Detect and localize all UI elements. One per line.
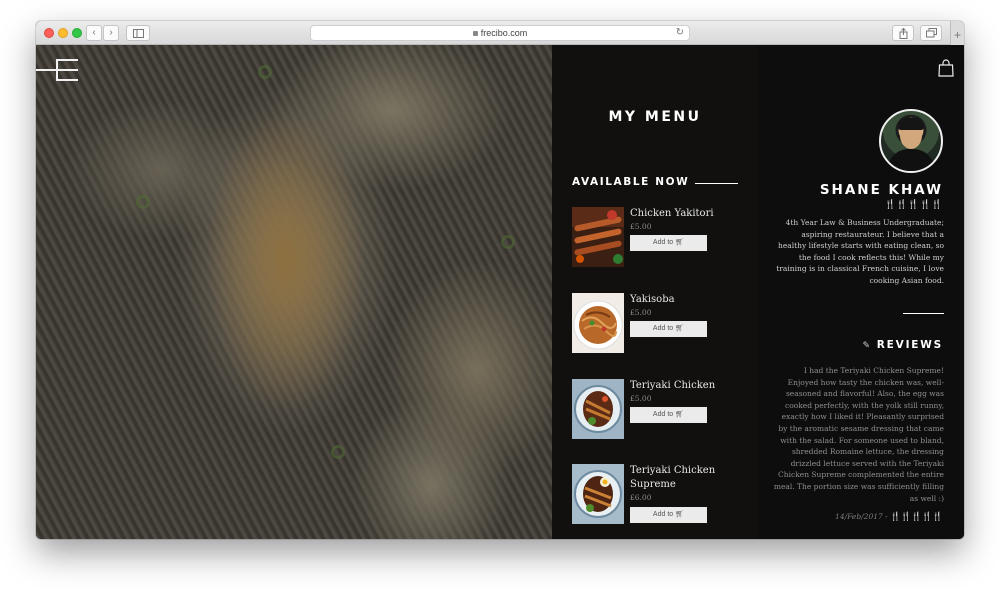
new-tab-button[interactable]: + bbox=[950, 21, 964, 45]
back-icon: ‹ bbox=[92, 27, 96, 38]
address-bar[interactable]: frecibo.com ↻ bbox=[310, 25, 690, 41]
add-to-cart-button[interactable]: Add to 🛒︎ bbox=[630, 235, 707, 251]
menu-item: Teriyaki Chicken £5.00 Add to 🛒︎ bbox=[572, 379, 742, 441]
share-icon bbox=[899, 27, 907, 39]
close-window-button[interactable] bbox=[44, 28, 54, 38]
reload-icon[interactable]: ↻ bbox=[676, 26, 684, 40]
cart-icon: 🛒︎ bbox=[675, 239, 685, 246]
browser-toolbar: ‹ › frecibo.com ↻ + bbox=[36, 21, 964, 45]
reviews-heading: ✎ REVIEWS bbox=[862, 339, 943, 351]
item-price: £5.00 bbox=[630, 394, 652, 403]
available-now-heading: AVAILABLE NOW bbox=[572, 176, 690, 188]
chef-bio: 4th Year Law & Business Undergraduate; a… bbox=[776, 218, 944, 285]
review-rating: 🍴🍴🍴🍴🍴 bbox=[890, 512, 943, 522]
url-text: frecibo.com bbox=[480, 28, 528, 38]
tabs-overview-button[interactable] bbox=[920, 25, 942, 41]
item-name: Teriyaki Chicken Supreme bbox=[630, 465, 716, 490]
cart-icon: 🛒︎ bbox=[675, 325, 685, 332]
item-name: Yakisoba bbox=[630, 294, 675, 305]
item-name: Chicken Yakitori bbox=[630, 208, 714, 219]
section-divider bbox=[903, 313, 944, 314]
sidebar-toggle-button[interactable] bbox=[126, 25, 150, 41]
cart-icon: 🛒︎ bbox=[675, 411, 685, 418]
review-text: I had the Teriyaki Chicken Supreme! Enjo… bbox=[773, 366, 944, 503]
shopping-bag-icon[interactable] bbox=[938, 59, 954, 77]
lock-icon bbox=[472, 31, 478, 36]
chef-name: SHANE KHAW bbox=[819, 182, 943, 198]
chef-profile-panel: SHANE KHAW 🍴🍴🍴🍴🍴 4th Year Law & Business… bbox=[758, 45, 964, 539]
add-to-label: Add to bbox=[652, 325, 674, 332]
item-price: £6.00 bbox=[630, 493, 652, 502]
menu-item: Yakisoba £5.00 Add to 🛒︎ bbox=[572, 293, 742, 355]
add-to-cart-button[interactable]: Add to 🛒︎ bbox=[630, 321, 707, 337]
add-to-label: Add to bbox=[652, 511, 674, 518]
yakitori-photo-icon[interactable] bbox=[572, 207, 624, 267]
chef-avatar bbox=[879, 109, 943, 173]
add-to-label: Add to bbox=[652, 411, 674, 418]
chef-rating: 🍴🍴🍴🍴🍴 bbox=[884, 199, 943, 209]
teriyaki-supreme-photo-icon[interactable] bbox=[572, 464, 624, 524]
hero-food-photo bbox=[36, 45, 552, 539]
menu-title: MY MENU bbox=[608, 109, 702, 125]
sidebar-icon bbox=[132, 29, 144, 38]
review-date: 14/Feb/2017 - bbox=[835, 512, 888, 521]
add-to-cart-button[interactable]: Add to 🛒︎ bbox=[630, 407, 707, 423]
item-price: £5.00 bbox=[630, 222, 652, 231]
add-to-cart-button[interactable]: Add to 🛒︎ bbox=[630, 507, 707, 523]
yakisoba-photo-icon[interactable] bbox=[572, 293, 624, 353]
forward-button[interactable]: › bbox=[103, 25, 119, 41]
back-button[interactable]: ‹ bbox=[86, 25, 102, 41]
menu-item: Chicken Yakitori £5.00 Add to 🛒︎ bbox=[572, 207, 742, 269]
item-name: Teriyaki Chicken bbox=[630, 380, 716, 391]
zoom-window-button[interactable] bbox=[72, 28, 82, 38]
edit-icon[interactable]: ✎ bbox=[862, 341, 871, 351]
menu-item: Teriyaki Chicken Supreme £6.00 Add to 🛒︎ bbox=[572, 464, 742, 526]
menu-panel: MY MENU AVAILABLE NOW Chicken Yakitori £… bbox=[552, 45, 758, 539]
teriyaki-photo-icon[interactable] bbox=[572, 379, 624, 439]
page-content: MY MENU AVAILABLE NOW Chicken Yakitori £… bbox=[36, 45, 964, 539]
share-button[interactable] bbox=[892, 25, 914, 41]
item-price: £5.00 bbox=[630, 308, 652, 317]
tabs-icon bbox=[925, 28, 937, 38]
heading-rule bbox=[695, 183, 738, 184]
forward-icon: › bbox=[109, 27, 113, 38]
minimize-window-button[interactable] bbox=[58, 28, 68, 38]
browser-window: ‹ › frecibo.com ↻ + MY MENU AVAILABLE NO… bbox=[36, 21, 964, 539]
review-meta: 14/Feb/2017 - 🍴🍴🍴🍴🍴 bbox=[835, 512, 943, 522]
add-to-label: Add to bbox=[652, 239, 674, 246]
reviews-label: REVIEWS bbox=[876, 339, 943, 351]
cart-icon: 🛒︎ bbox=[675, 511, 685, 518]
hamburger-menu-button[interactable] bbox=[36, 59, 80, 81]
